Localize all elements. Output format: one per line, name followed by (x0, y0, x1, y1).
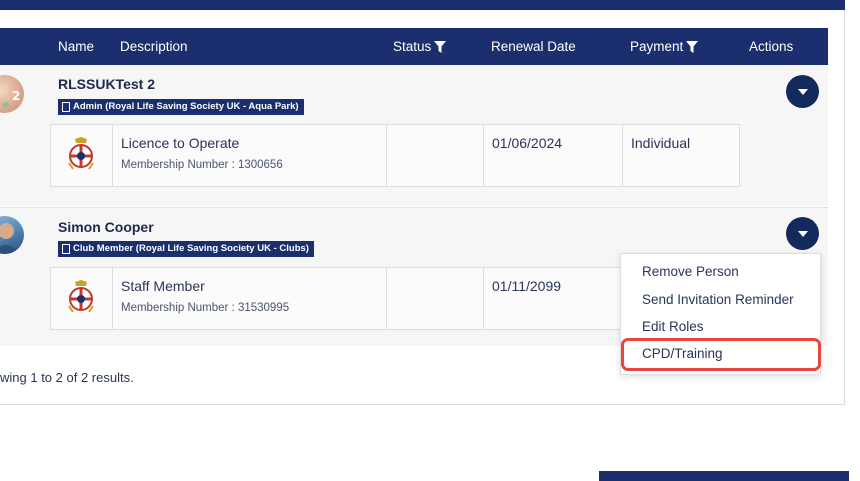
membership-payment-cell: Individual (623, 125, 739, 186)
column-header-actions: Actions (749, 28, 793, 65)
rlss-crest-icon (68, 137, 94, 170)
avatar: 2 (0, 75, 24, 113)
building-icon (62, 102, 70, 112)
membership-description-cell: Staff Member Membership Number : 3153099… (113, 268, 387, 329)
role-badge: Club Member (Royal Life Saving Society U… (58, 241, 314, 257)
filter-icon[interactable] (686, 40, 699, 53)
rlss-crest-icon (68, 280, 94, 313)
chevron-down-icon (797, 230, 808, 237)
avatar-pattern-icon: 2 (3, 86, 20, 108)
person-photo-icon (0, 223, 20, 254)
highlight-outline (621, 338, 821, 371)
membership-title: Staff Member (121, 278, 205, 294)
membership-number: Membership Number : 1300656 (121, 159, 283, 171)
actions-dropdown-button[interactable] (786, 217, 819, 250)
membership-renewal-cell: 01/11/2099 (484, 268, 623, 329)
column-label-renewal-date: Renewal Date (491, 39, 576, 54)
role-badge: Admin (Royal Life Saving Society UK - Aq… (58, 99, 304, 115)
renewal-date: 01/11/2099 (492, 278, 562, 294)
actions-dropdown-button[interactable] (786, 75, 819, 108)
building-icon (62, 244, 70, 254)
payment-type: Individual (631, 135, 691, 151)
membership-title: Licence to Operate (121, 135, 240, 151)
column-header-description: Description (120, 28, 188, 65)
person-name: Simon Cooper (58, 219, 154, 235)
column-header-name: Name (58, 28, 94, 65)
menu-item-send-invitation-reminder[interactable]: Send Invitation Reminder (642, 292, 794, 307)
person-name: RLSSUKTest 2 (58, 76, 155, 92)
table-row: 2 RLSSUKTest 2 Admin (Royal Life Saving … (0, 65, 828, 206)
membership-table: Licence to Operate Membership Number : 1… (50, 124, 740, 187)
pagination-results-text: wing 1 to 2 of 2 results. (0, 370, 134, 385)
column-header-status[interactable]: Status (393, 28, 447, 65)
bottom-bar (599, 471, 849, 481)
avatar (0, 216, 24, 254)
membership-number: Membership Number : 31530995 (121, 302, 290, 314)
column-label-description: Description (120, 39, 188, 54)
membership-status-cell (387, 125, 484, 186)
role-badge-label: Admin (Royal Life Saving Society UK - Aq… (73, 101, 299, 112)
membership-logo-cell (51, 268, 113, 329)
svg-text:2: 2 (12, 89, 20, 103)
column-header-renewal-date: Renewal Date (491, 28, 576, 65)
column-header-payment[interactable]: Payment (630, 28, 699, 65)
filter-icon[interactable] (434, 40, 447, 53)
column-label-actions: Actions (749, 39, 794, 54)
table-header: Name Description Status Renewal Date Pay… (0, 28, 828, 65)
column-label-name: Name (58, 39, 95, 54)
membership-renewal-cell: 01/06/2024 (484, 125, 623, 186)
membership-status-cell (387, 268, 484, 329)
top-bar (0, 0, 845, 10)
column-label-status: Status (393, 39, 432, 54)
chevron-down-icon (797, 88, 808, 95)
membership-logo-cell (51, 125, 113, 186)
membership-description-cell: Licence to Operate Membership Number : 1… (113, 125, 387, 186)
renewal-date: 01/06/2024 (492, 135, 563, 151)
menu-item-edit-roles[interactable]: Edit Roles (642, 319, 704, 334)
role-badge-label: Club Member (Royal Life Saving Society U… (73, 243, 309, 254)
menu-item-remove-person[interactable]: Remove Person (642, 264, 739, 279)
column-label-payment: Payment (630, 39, 684, 54)
